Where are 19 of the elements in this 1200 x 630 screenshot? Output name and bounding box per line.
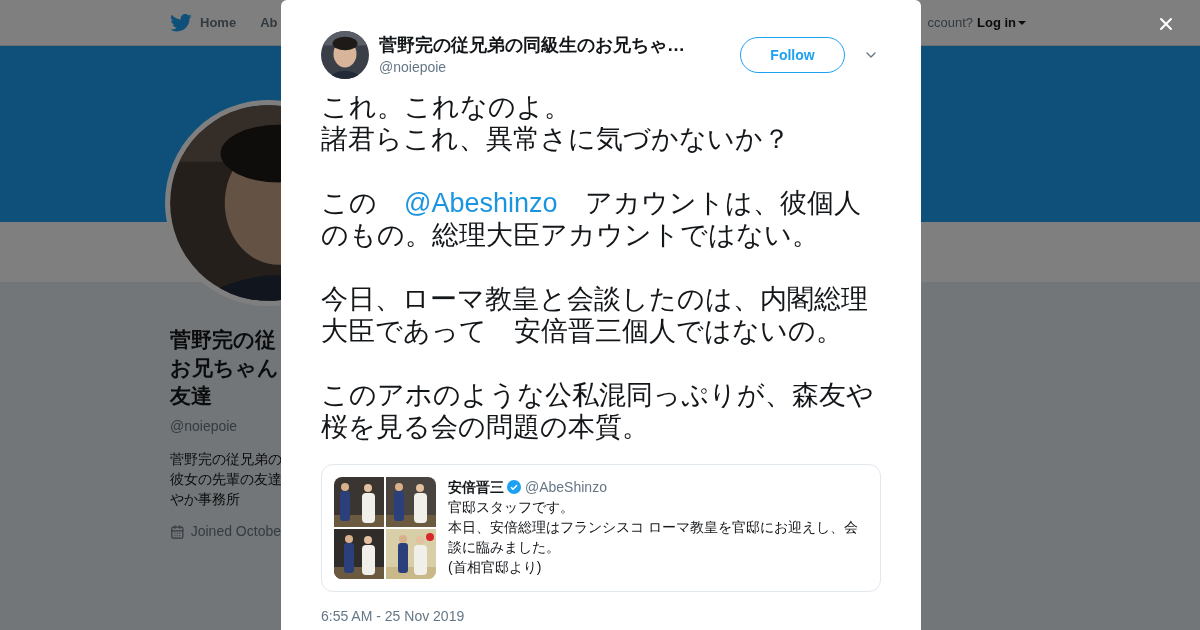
bird-icon[interactable] (170, 13, 192, 32)
calendar-icon (170, 523, 185, 540)
author-handle: @noiepoie (379, 58, 448, 77)
profile-name: 菅野完の従 お兄ちゃん 友達 (170, 327, 280, 409)
quoted-tweet-card[interactable]: 安倍晋三 @AbeShinzo 官邸スタッフです。 本日、安倍総理はフランシスコ ローマ教皇を官邸にお迎えし、会談に臨みました。 (首相官邸より) (321, 464, 881, 592)
quoted-tweet-text: 官邸スタッフです。 本日、安倍総理はフランシスコ ローマ教皇を官邸にお迎えし、会談に臨みました。 (首相官邸より) (448, 498, 859, 577)
account-prompt: ccount? (927, 13, 973, 32)
tweet-text: これ。これなのよ。 諸君らこれ、異常さに気づかないか？ この @Abeshinzo アカウントは、彼個人のもの。総理大臣アカウントではない。 今日、ローマ教皇と会談したのは、内閣総理大臣であって 安倍晋三個人ではないの。 このアホのような公私混同っぷりが、森友や桜を見る会の問題の本質。 (321, 91, 875, 443)
nav-link[interactable]: Home (200, 12, 237, 33)
nav-link[interactable]: Ab (260, 12, 278, 33)
quoted-author-handle: @AbeShinzo (525, 478, 607, 497)
joined-date: Joined Octobe (190, 522, 281, 541)
profile-handle: @noiepoie (170, 417, 239, 436)
quoted-author-name: 安倍晋三 (448, 478, 504, 497)
tweet-timestamp: 6:55 AM - 25 Nov 2019 (321, 607, 466, 626)
profile-bio: 菅野完の従兄弟の 彼女の先輩の友達 やか事務所 (170, 450, 281, 509)
login-link[interactable]: Log in (977, 12, 1026, 33)
author-name: 菅野完の従兄弟の同級生のお兄ちゃ… (379, 34, 685, 57)
mention-link[interactable]: @Abeshinzo (404, 188, 558, 218)
